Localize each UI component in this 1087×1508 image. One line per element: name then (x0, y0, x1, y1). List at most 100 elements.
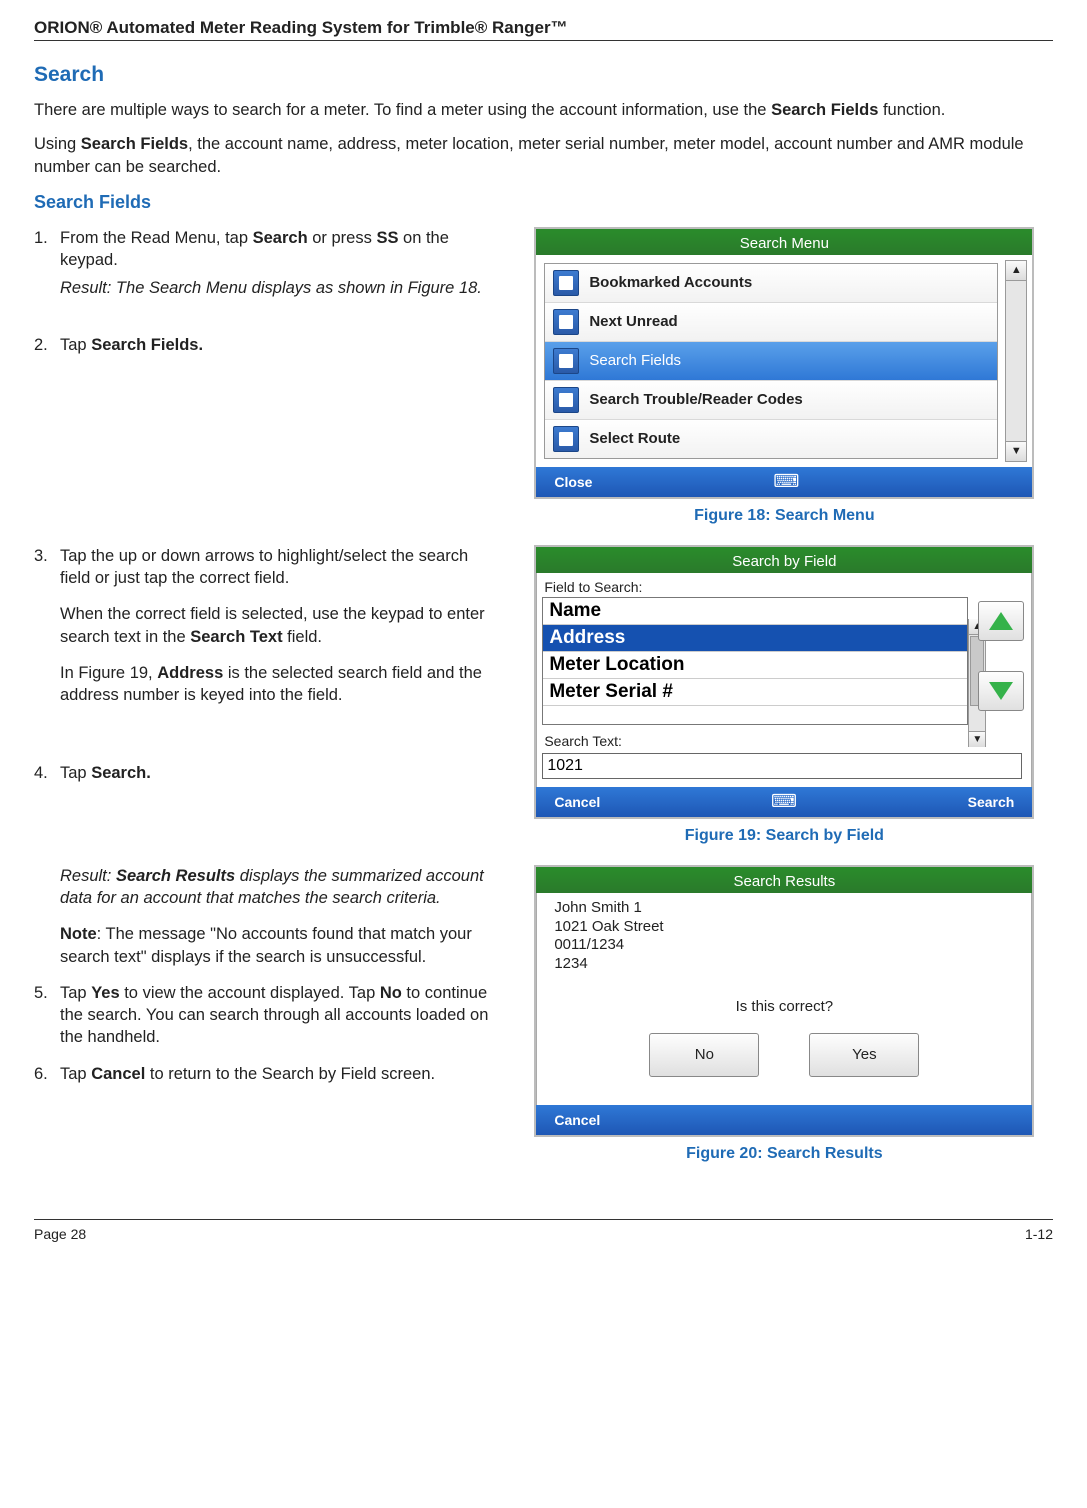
cancel-button[interactable]: Cancel (536, 794, 618, 810)
field-row-address[interactable]: Address (543, 625, 967, 652)
figure-19-screenshot: Search by Field Field to Search: Name Ad… (534, 545, 1034, 819)
figure-20-caption: Figure 20: Search Results (686, 1145, 883, 1163)
folder-icon (553, 348, 579, 374)
bottom-bar: Close (536, 467, 1032, 497)
text: to return to the Search by Field screen. (145, 1065, 435, 1083)
text-bold: Search Fields. (91, 336, 203, 354)
search-button[interactable]: Search (950, 794, 1033, 810)
arrow-up-icon (989, 612, 1013, 630)
text: Using (34, 135, 81, 153)
bottom-bar: Cancel (536, 1105, 1032, 1135)
field-row-name[interactable]: Name (543, 598, 967, 625)
text: or press (308, 229, 377, 247)
note-label: Note (60, 925, 97, 943)
text-bold: Search Fields (771, 101, 878, 119)
step-1-result: Result: The Search Menu displays as show… (60, 277, 492, 299)
result-line: 1234 (554, 955, 1014, 974)
text: function. (878, 101, 945, 119)
text: Tap the up or down arrows to highlight/s… (60, 547, 468, 587)
scroll-down-icon[interactable]: ▼ (1006, 441, 1026, 461)
cancel-button[interactable]: Cancel (536, 1112, 618, 1128)
text: Tap (60, 984, 91, 1002)
field-row-meter-serial[interactable]: Meter Serial # (543, 679, 967, 706)
header-rule (34, 40, 1053, 41)
field-to-search-label: Field to Search: (544, 579, 1026, 595)
scrollbar[interactable]: ▲ ▼ (1005, 260, 1027, 462)
arrow-down-icon (989, 682, 1013, 700)
text-bold: Yes (91, 984, 119, 1002)
subsection-title: Search Fields (34, 192, 1053, 213)
text: There are multiple ways to search for a … (34, 101, 771, 119)
intro-paragraph-1: There are multiple ways to search for a … (34, 99, 1053, 121)
keyboard-icon[interactable] (773, 474, 799, 490)
text-bold: Search Fields (81, 135, 188, 153)
field-list: Name Address Meter Location Meter Serial… (542, 597, 968, 725)
text: Result: (60, 867, 116, 885)
intro-paragraph-2: Using Search Fields, the account name, a… (34, 133, 1053, 178)
scroll-down-icon[interactable]: ▼ (969, 731, 985, 747)
menu-item-label: Next Unread (589, 313, 677, 330)
section-title: Search (34, 63, 1053, 87)
figure-18-screenshot: Search Menu Bookmarked Accounts Next Unr… (534, 227, 1034, 499)
no-button[interactable]: No (649, 1033, 759, 1077)
text: : The message "No accounts found that ma… (60, 925, 472, 965)
menu-item-select-route[interactable]: Select Route (545, 420, 997, 458)
result-summary: John Smith 1 1021 Oak Street 0011/1234 1… (554, 899, 1014, 974)
step-1: 1. From the Read Menu, tap Search or pre… (60, 227, 492, 300)
menu-item-label: Search Trouble/Reader Codes (589, 391, 802, 408)
text-bold: Address (157, 664, 223, 682)
page-number-right: 1-12 (1025, 1226, 1053, 1242)
search-text-label: Search Text: (544, 733, 1026, 749)
window-title: Search Results (536, 870, 1032, 893)
text: field. (283, 628, 322, 646)
down-arrow-button[interactable] (978, 671, 1024, 711)
step-3: 3. Tap the up or down arrows to highligh… (60, 545, 492, 707)
figure-19-caption: Figure 19: Search by Field (685, 827, 884, 845)
result-line: John Smith 1 (554, 899, 1014, 918)
footer-rule (34, 1219, 1053, 1220)
prompt-text: Is this correct? (554, 998, 1014, 1015)
menu-item-next-unread[interactable]: Next Unread (545, 303, 997, 342)
menu-item-search-fields[interactable]: Search Fields (545, 342, 997, 381)
menu-item-label: Bookmarked Accounts (589, 274, 752, 291)
text: to view the account displayed. Tap (120, 984, 380, 1002)
text: Tap (60, 764, 91, 782)
close-button[interactable]: Close (536, 474, 610, 490)
folder-icon (553, 387, 579, 413)
text-bold: Search. (91, 764, 151, 782)
result-line: 0011/1234 (554, 936, 1014, 955)
folder-icon (553, 270, 579, 296)
text-bold: No (380, 984, 402, 1002)
scroll-up-icon[interactable]: ▲ (1006, 261, 1026, 281)
field-row-meter-location[interactable]: Meter Location (543, 652, 967, 679)
step-4: 4. Tap Search. (60, 762, 492, 784)
page-number-left: Page 28 (34, 1226, 86, 1242)
figure-18-caption: Figure 18: Search Menu (694, 507, 875, 525)
text-bold: Search Text (190, 628, 282, 646)
step-2: 2. Tap Search Fields. (60, 334, 492, 356)
yes-button[interactable]: Yes (809, 1033, 919, 1077)
doc-header: ORION® Automated Meter Reading System fo… (34, 18, 1053, 38)
folder-icon (553, 309, 579, 335)
bottom-bar: Cancel Search (536, 787, 1032, 817)
menu-item-label: Search Fields (589, 352, 681, 369)
text: Tap (60, 336, 91, 354)
window-title: Search by Field (536, 550, 1032, 573)
step-6: 6. Tap Cancel to return to the Search by… (60, 1063, 492, 1085)
menu-item-search-trouble[interactable]: Search Trouble/Reader Codes (545, 381, 997, 420)
figure-20-screenshot: Search Results John Smith 1 1021 Oak Str… (534, 865, 1034, 1137)
result-line: 1021 Oak Street (554, 918, 1014, 937)
search-text-input[interactable] (542, 753, 1022, 779)
step-4-result: Result: Search Results displays the summ… (60, 865, 492, 968)
folder-icon (553, 426, 579, 452)
menu-list: Bookmarked Accounts Next Unread Search F… (544, 263, 998, 459)
step-5: 5. Tap Yes to view the account displayed… (60, 982, 492, 1049)
text: In Figure 19, (60, 664, 157, 682)
menu-item-bookmarked[interactable]: Bookmarked Accounts (545, 264, 997, 303)
up-arrow-button[interactable] (978, 601, 1024, 641)
keyboard-icon[interactable] (771, 794, 797, 810)
text-bold: Cancel (91, 1065, 145, 1083)
text: From the Read Menu, tap (60, 229, 253, 247)
text-bold: SS (376, 229, 398, 247)
text-bold: Search (253, 229, 308, 247)
